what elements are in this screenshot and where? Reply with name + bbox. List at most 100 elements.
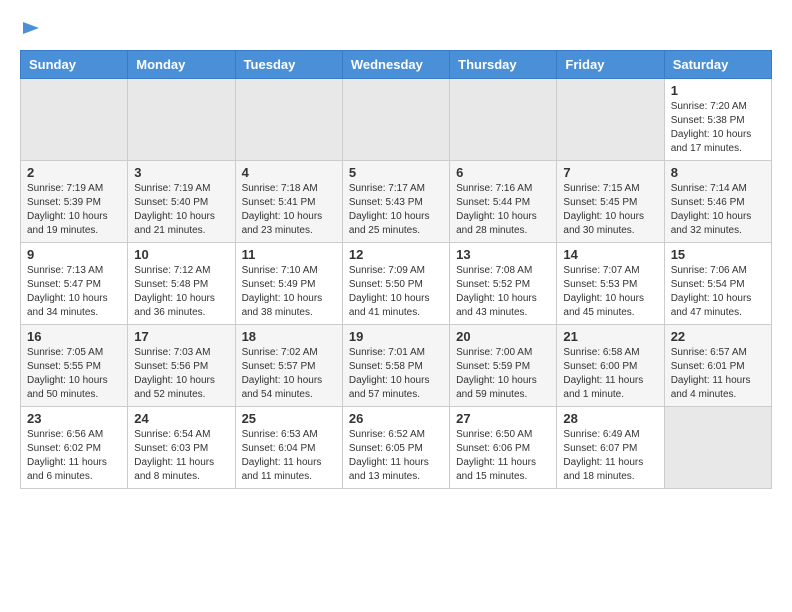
weekday-header-saturday: Saturday (664, 51, 771, 79)
calendar-cell: 10 Sunrise: 7:12 AM Sunset: 5:48 PM Dayli… (128, 243, 235, 325)
calendar-cell: 12 Sunrise: 7:09 AM Sunset: 5:50 PM Dayli… (342, 243, 449, 325)
day-info: Sunrise: 7:20 AM Sunset: 5:38 PM Dayligh… (671, 100, 765, 156)
day-info: Sunrise: 6:53 AM Sunset: 6:04 PM Dayligh… (242, 428, 336, 484)
calendar-cell: 20 Sunrise: 7:00 AM Sunset: 5:59 PM Dayli… (450, 325, 557, 407)
calendar-cell: 6 Sunrise: 7:16 AM Sunset: 5:44 PM Daylig… (450, 161, 557, 243)
day-info: Sunrise: 7:15 AM Sunset: 5:45 PM Dayligh… (563, 182, 657, 238)
calendar-cell: 8 Sunrise: 7:14 AM Sunset: 5:46 PM Daylig… (664, 161, 771, 243)
day-number: 4 (242, 165, 336, 180)
day-info: Sunrise: 7:19 AM Sunset: 5:40 PM Dayligh… (134, 182, 228, 238)
day-info: Sunrise: 7:09 AM Sunset: 5:50 PM Dayligh… (349, 264, 443, 320)
calendar-cell (450, 79, 557, 161)
day-number: 24 (134, 411, 228, 426)
day-number: 25 (242, 411, 336, 426)
day-info: Sunrise: 7:02 AM Sunset: 5:57 PM Dayligh… (242, 346, 336, 402)
day-number: 10 (134, 247, 228, 262)
day-info: Sunrise: 7:12 AM Sunset: 5:48 PM Dayligh… (134, 264, 228, 320)
day-number: 23 (27, 411, 121, 426)
day-number: 13 (456, 247, 550, 262)
day-number: 9 (27, 247, 121, 262)
page-header (20, 20, 772, 40)
weekday-header-friday: Friday (557, 51, 664, 79)
calendar-cell: 11 Sunrise: 7:10 AM Sunset: 5:49 PM Dayli… (235, 243, 342, 325)
day-number: 26 (349, 411, 443, 426)
day-info: Sunrise: 7:08 AM Sunset: 5:52 PM Dayligh… (456, 264, 550, 320)
day-info: Sunrise: 7:10 AM Sunset: 5:49 PM Dayligh… (242, 264, 336, 320)
day-info: Sunrise: 6:52 AM Sunset: 6:05 PM Dayligh… (349, 428, 443, 484)
weekday-header-tuesday: Tuesday (235, 51, 342, 79)
calendar-cell: 19 Sunrise: 7:01 AM Sunset: 5:58 PM Dayli… (342, 325, 449, 407)
calendar-cell: 15Sunrise: 7:06 AM Sunset: 5:54 PM Dayli… (664, 243, 771, 325)
calendar-cell: 21 Sunrise: 6:58 AM Sunset: 6:00 PM Dayli… (557, 325, 664, 407)
day-number: 21 (563, 329, 657, 344)
day-info: Sunrise: 6:50 AM Sunset: 6:06 PM Dayligh… (456, 428, 550, 484)
calendar-cell: 26 Sunrise: 6:52 AM Sunset: 6:05 PM Dayli… (342, 407, 449, 489)
calendar-cell: 16 Sunrise: 7:05 AM Sunset: 5:55 PM Dayli… (21, 325, 128, 407)
calendar-cell (664, 407, 771, 489)
day-number: 8 (671, 165, 765, 180)
weekday-header-thursday: Thursday (450, 51, 557, 79)
calendar-cell: 14 Sunrise: 7:07 AM Sunset: 5:53 PM Dayli… (557, 243, 664, 325)
day-number: 18 (242, 329, 336, 344)
day-info: Sunrise: 7:17 AM Sunset: 5:43 PM Dayligh… (349, 182, 443, 238)
calendar-cell: 5Sunrise: 7:17 AM Sunset: 5:43 PM Daylig… (342, 161, 449, 243)
day-number: 16 (27, 329, 121, 344)
day-info: Sunrise: 7:16 AM Sunset: 5:44 PM Dayligh… (456, 182, 550, 238)
day-info: Sunrise: 6:57 AM Sunset: 6:01 PM Dayligh… (671, 346, 765, 402)
day-number: 1 (671, 83, 765, 98)
calendar-cell (128, 79, 235, 161)
day-info: Sunrise: 7:13 AM Sunset: 5:47 PM Dayligh… (27, 264, 121, 320)
calendar-cell: 23 Sunrise: 6:56 AM Sunset: 6:02 PM Dayli… (21, 407, 128, 489)
logo-flag-icon (21, 20, 41, 40)
calendar-header-row: SundayMondayTuesdayWednesdayThursdayFrid… (21, 51, 772, 79)
calendar-cell: 7 Sunrise: 7:15 AM Sunset: 5:45 PM Daylig… (557, 161, 664, 243)
calendar-cell: 2Sunrise: 7:19 AM Sunset: 5:39 PM Daylig… (21, 161, 128, 243)
calendar-cell: 28 Sunrise: 6:49 AM Sunset: 6:07 PM Dayli… (557, 407, 664, 489)
day-info: Sunrise: 7:05 AM Sunset: 5:55 PM Dayligh… (27, 346, 121, 402)
day-info: Sunrise: 6:58 AM Sunset: 6:00 PM Dayligh… (563, 346, 657, 402)
calendar-table: SundayMondayTuesdayWednesdayThursdayFrid… (20, 50, 772, 489)
day-number: 28 (563, 411, 657, 426)
day-info: Sunrise: 6:56 AM Sunset: 6:02 PM Dayligh… (27, 428, 121, 484)
day-info: Sunrise: 7:18 AM Sunset: 5:41 PM Dayligh… (242, 182, 336, 238)
calendar-cell (21, 79, 128, 161)
calendar-cell: 9 Sunrise: 7:13 AM Sunset: 5:47 PM Daylig… (21, 243, 128, 325)
day-info: Sunrise: 7:00 AM Sunset: 5:59 PM Dayligh… (456, 346, 550, 402)
calendar-week-4: 23 Sunrise: 6:56 AM Sunset: 6:02 PM Dayli… (21, 407, 772, 489)
calendar-cell: 24 Sunrise: 6:54 AM Sunset: 6:03 PM Dayli… (128, 407, 235, 489)
day-number: 2 (27, 165, 121, 180)
calendar-cell (235, 79, 342, 161)
weekday-header-monday: Monday (128, 51, 235, 79)
day-info: Sunrise: 6:54 AM Sunset: 6:03 PM Dayligh… (134, 428, 228, 484)
calendar-cell: 22Sunrise: 6:57 AM Sunset: 6:01 PM Dayli… (664, 325, 771, 407)
calendar-cell: 1 Sunrise: 7:20 AM Sunset: 5:38 PM Daylig… (664, 79, 771, 161)
day-number: 15 (671, 247, 765, 262)
day-info: Sunrise: 7:07 AM Sunset: 5:53 PM Dayligh… (563, 264, 657, 320)
day-number: 3 (134, 165, 228, 180)
day-number: 17 (134, 329, 228, 344)
calendar-cell: 3 Sunrise: 7:19 AM Sunset: 5:40 PM Daylig… (128, 161, 235, 243)
day-number: 27 (456, 411, 550, 426)
weekday-header-sunday: Sunday (21, 51, 128, 79)
calendar-cell (557, 79, 664, 161)
day-info: Sunrise: 6:49 AM Sunset: 6:07 PM Dayligh… (563, 428, 657, 484)
day-number: 6 (456, 165, 550, 180)
calendar-cell: 18 Sunrise: 7:02 AM Sunset: 5:57 PM Dayli… (235, 325, 342, 407)
calendar-cell: 13 Sunrise: 7:08 AM Sunset: 5:52 PM Dayli… (450, 243, 557, 325)
calendar-week-1: 2Sunrise: 7:19 AM Sunset: 5:39 PM Daylig… (21, 161, 772, 243)
weekday-header-wednesday: Wednesday (342, 51, 449, 79)
calendar-cell: 27 Sunrise: 6:50 AM Sunset: 6:06 PM Dayli… (450, 407, 557, 489)
day-number: 11 (242, 247, 336, 262)
calendar-week-0: 1 Sunrise: 7:20 AM Sunset: 5:38 PM Daylig… (21, 79, 772, 161)
day-number: 14 (563, 247, 657, 262)
day-number: 19 (349, 329, 443, 344)
day-number: 20 (456, 329, 550, 344)
logo (20, 20, 42, 40)
calendar-cell (342, 79, 449, 161)
day-info: Sunrise: 7:14 AM Sunset: 5:46 PM Dayligh… (671, 182, 765, 238)
calendar-week-2: 9 Sunrise: 7:13 AM Sunset: 5:47 PM Daylig… (21, 243, 772, 325)
day-number: 7 (563, 165, 657, 180)
day-info: Sunrise: 7:01 AM Sunset: 5:58 PM Dayligh… (349, 346, 443, 402)
day-number: 12 (349, 247, 443, 262)
day-info: Sunrise: 7:03 AM Sunset: 5:56 PM Dayligh… (134, 346, 228, 402)
